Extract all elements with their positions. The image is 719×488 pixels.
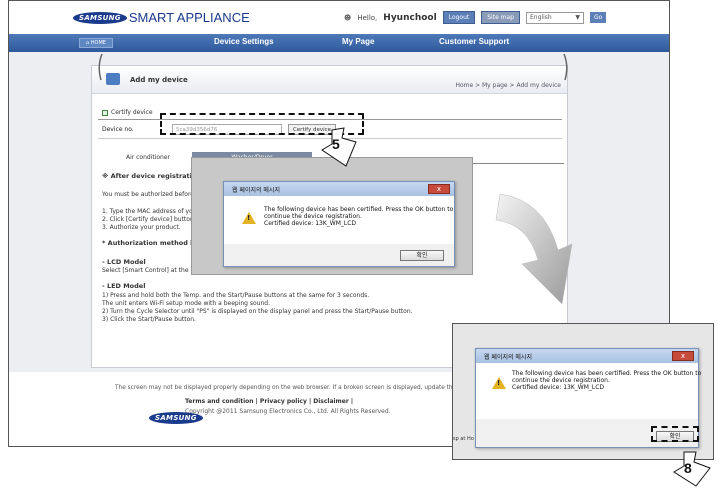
dialog-titlebar: 웹 페이지의 메시지 x xyxy=(476,349,698,363)
warning-mark-icon: ! xyxy=(497,379,501,387)
step-5-callout-icon xyxy=(321,127,357,167)
led-model-heading: - LED Model xyxy=(102,282,146,290)
highlight-box xyxy=(651,426,699,442)
dialog-title: 웹 페이지의 메시지 xyxy=(484,354,532,361)
samsung-logo: SAMSUNG xyxy=(73,11,127,24)
instruction-line: 2) Turn the Cycle Selector until "PS" is… xyxy=(102,308,413,315)
device-number-label: Device no. xyxy=(102,126,134,133)
device-icon xyxy=(106,73,120,85)
certify-section-label: Certify device xyxy=(102,109,153,116)
nav-customer-support[interactable]: Customer Support xyxy=(439,37,509,46)
message-dialog: 웹 페이지의 메시지 x ! The following device has … xyxy=(223,181,455,267)
section-bullet-icon xyxy=(102,109,108,116)
brand-logo[interactable]: SAMSUNG SMART APPLIANCE xyxy=(73,10,250,25)
step-number-5: 5 xyxy=(332,136,340,152)
go-button[interactable]: Go xyxy=(590,12,607,23)
dialog-body: ! The following device has been certifie… xyxy=(476,363,701,419)
home-label: HOME xyxy=(90,40,106,46)
instruction-line: 3. Authorize your product. xyxy=(102,224,181,231)
site-header: SAMSUNG SMART APPLIANCE ☻ Hello, Hyuncho… xyxy=(9,1,669,34)
user-icon: ☻ xyxy=(344,13,352,22)
instruction-line: 1) Press and hold both the Temp. and the… xyxy=(102,292,370,299)
browser-compat-note: The screen may not be displayed properly… xyxy=(115,385,467,391)
footer-links[interactable]: Terms and condition | Privacy policy | D… xyxy=(185,398,353,405)
dialog-body: ! The following device has been certifie… xyxy=(224,196,454,244)
page-curl-icon xyxy=(563,53,568,81)
copyright: Copyright @2011 Samsung Electronics Co.,… xyxy=(185,408,391,415)
instruction-line: The unit enters Wi-Fi setup mode with a … xyxy=(102,300,270,307)
brand-name: SMART APPLIANCE xyxy=(128,10,250,25)
main-nav: ⌂ HOME Device Settings My Page Customer … xyxy=(9,34,669,52)
dialog-message: Certified device: 13K_WM_LCD xyxy=(512,384,605,391)
tab-air-conditioner[interactable]: Air conditioner xyxy=(104,152,192,164)
hello-text: Hello, xyxy=(357,13,378,22)
instruction-line: 2. Click [Certify device] button. xyxy=(102,216,196,223)
home-icon: ⌂ xyxy=(86,40,90,46)
user-area: ☻ Hello, Hyunchool Logout Site map Engli… xyxy=(344,11,607,24)
inset-side-text: sp at Ho xyxy=(453,436,474,442)
panel-header: Add my device Home > My page > Add my de… xyxy=(92,66,567,94)
instruction-line: 1. Type the MAC address of you xyxy=(102,208,197,215)
logout-button[interactable]: Logout xyxy=(442,11,476,24)
chevron-down-icon: ▼ xyxy=(575,13,581,21)
instruction-line: 3) Click the Start/Pause button. xyxy=(102,316,196,323)
step-number-8: 8 xyxy=(684,460,692,476)
zoomed-dialog-inset: sp at Ho 웹 페이지의 메시지 x ! The following de… xyxy=(452,323,714,460)
username: Hyunchool xyxy=(383,12,437,23)
dialog-message: Certified device: 13K_WM_LCD xyxy=(264,220,357,227)
dialog-titlebar: 웹 페이지의 메시지 x xyxy=(224,182,454,196)
nav-my-page[interactable]: My Page xyxy=(342,37,374,46)
warning-mark-icon: ! xyxy=(247,214,251,222)
close-button[interactable]: x xyxy=(428,184,450,194)
close-icon: x xyxy=(436,185,442,193)
home-button[interactable]: ⌂ HOME xyxy=(79,38,113,48)
close-icon: x xyxy=(680,352,686,360)
breadcrumb: Home > My page > Add my device xyxy=(455,82,561,89)
arrow-icon xyxy=(495,193,573,305)
page-title: Add my device xyxy=(130,76,188,84)
site-map-button[interactable]: Site map xyxy=(481,11,521,24)
ok-button[interactable]: 확인 xyxy=(400,250,444,261)
language-value: English xyxy=(530,13,552,21)
lcd-model-heading: - LCD Model xyxy=(102,258,146,266)
dialog-title: 웹 페이지의 메시지 xyxy=(232,187,280,194)
step-8-callout-icon xyxy=(673,451,711,487)
page-curl-icon xyxy=(98,53,103,81)
nav-device-settings[interactable]: Device Settings xyxy=(214,37,274,46)
close-button[interactable]: x xyxy=(672,351,694,361)
instruction-line: You must be authorized before a xyxy=(102,191,200,198)
certify-label: Certify device xyxy=(111,109,153,116)
language-select[interactable]: English ▼ xyxy=(526,11,585,24)
